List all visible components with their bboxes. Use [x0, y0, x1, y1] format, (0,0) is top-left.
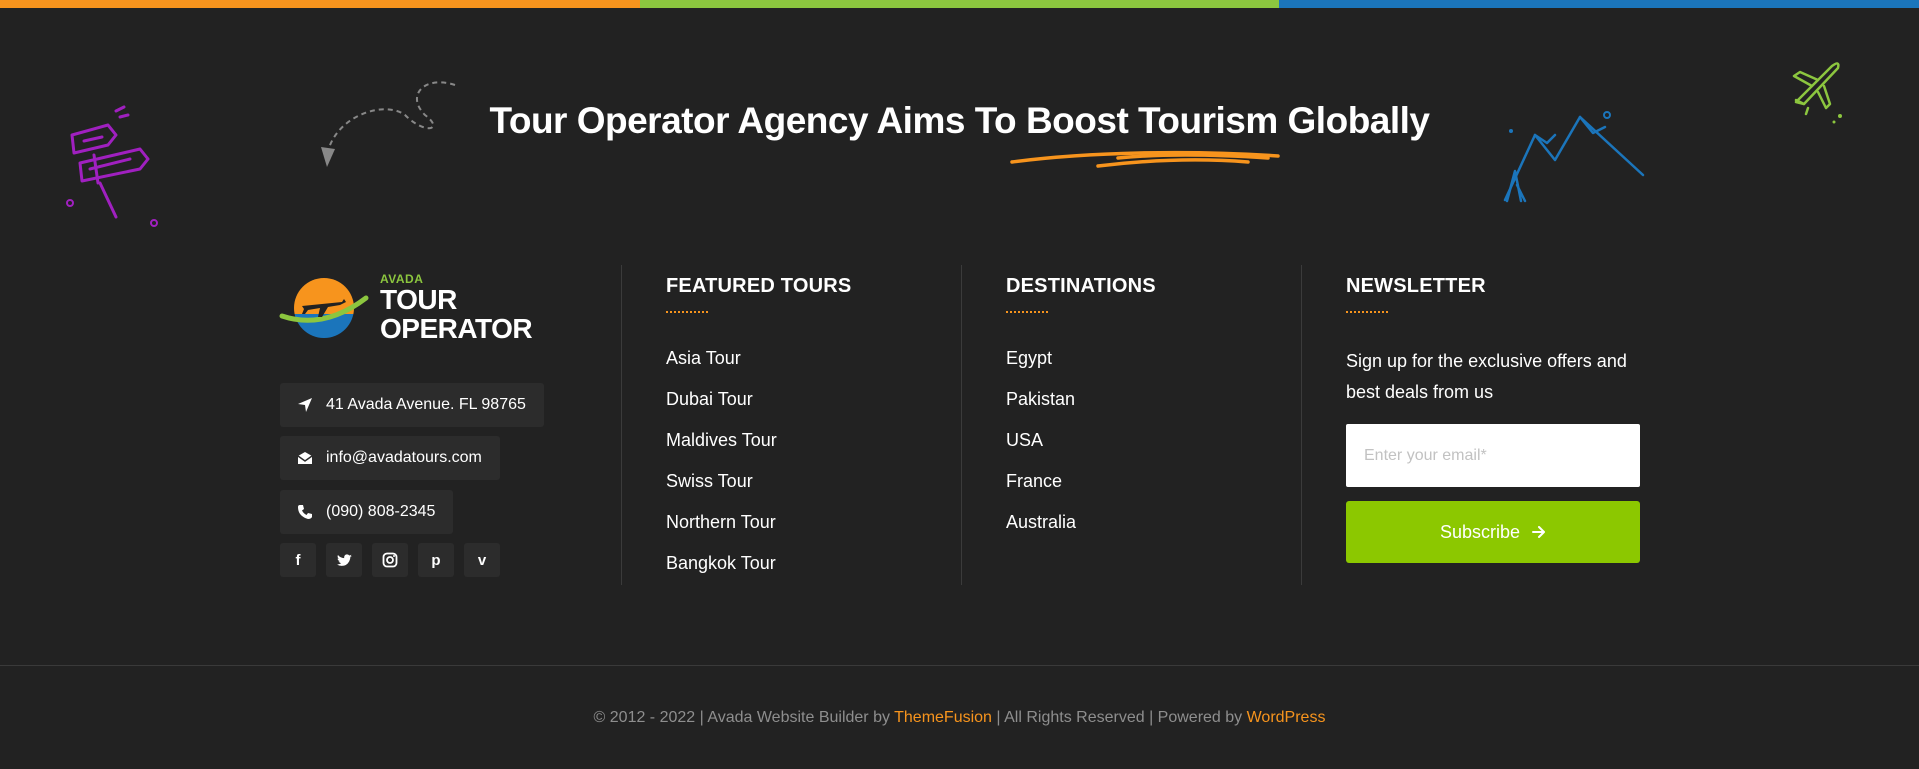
twitter-icon[interactable]	[326, 543, 362, 577]
list-item[interactable]: Maldives Tour	[666, 428, 777, 469]
hero-headline: Tour Operator Agency Aims To Boost Touri…	[489, 100, 1430, 141]
featured-tours-list: Asia Tour Dubai Tour Maldives Tour Swiss…	[666, 346, 777, 592]
title-dots	[1346, 311, 1388, 313]
subscribe-label: Subscribe	[1439, 521, 1521, 542]
email-chip[interactable]: info@avadatours.com	[280, 436, 500, 480]
instagram-icon[interactable]	[372, 543, 408, 577]
stripe-blue	[1279, 0, 1919, 8]
newsletter-description: Sign up for the exclusive offers and bes…	[1346, 351, 1627, 402]
newsletter-title: NEWSLETTER	[1346, 275, 1486, 297]
list-item[interactable]: USA	[1006, 428, 1076, 469]
themefusion-link[interactable]: ThemeFusion	[894, 709, 992, 726]
title-dots	[1006, 311, 1048, 313]
copyright-prefix: © 2012 - 2022 | Avada Website Builder by	[593, 709, 895, 726]
social-links: f p v	[280, 543, 500, 577]
list-item[interactable]: Australia	[1006, 510, 1076, 551]
subscribe-button[interactable]: Subscribe	[1346, 501, 1640, 563]
list-item[interactable]: Asia Tour	[666, 346, 777, 387]
stripe-orange	[0, 0, 640, 8]
brand-name: AVADA TOUR OPERATOR	[380, 273, 533, 344]
list-item[interactable]: Bangkok Tour	[666, 551, 777, 592]
globe-plane-icon	[279, 278, 369, 338]
hero: Tour Operator Agency Aims To Boost Touri…	[0, 100, 1919, 142]
footer-divider	[0, 665, 1919, 666]
address-text: 41 Avada Avenue. FL 98765	[326, 396, 526, 413]
phone-text: (090) 808-2345	[326, 503, 436, 520]
destinations-list: Egypt Pakistan USA France Australia	[1006, 346, 1076, 551]
list-item[interactable]: Swiss Tour	[666, 469, 777, 510]
email-text: info@avadatours.com	[326, 449, 482, 466]
phone-icon	[296, 503, 314, 521]
email-input[interactable]	[1346, 424, 1640, 487]
brand-logo[interactable]: AVADA TOUR OPERATOR	[278, 272, 533, 344]
title-dots	[666, 311, 708, 313]
location-arrow-icon	[296, 396, 314, 414]
list-item[interactable]: Dubai Tour	[666, 387, 777, 428]
list-item[interactable]: France	[1006, 469, 1076, 510]
phone-chip[interactable]: (090) 808-2345	[280, 490, 454, 534]
stripe-green	[639, 0, 1280, 8]
copyright-bar: © 2012 - 2022 | Avada Website Builder by…	[0, 709, 1919, 727]
list-item[interactable]: Egypt	[1006, 346, 1076, 387]
list-item[interactable]: Northern Tour	[666, 510, 777, 551]
wordpress-link[interactable]: WordPress	[1247, 709, 1326, 726]
brand-line2: OPERATOR	[380, 313, 533, 344]
envelope-icon	[296, 449, 314, 467]
featured-tours-title: FEATURED TOURS	[666, 275, 852, 297]
list-item[interactable]: Pakistan	[1006, 387, 1076, 428]
copyright-middle: | All Rights Reserved | Powered by	[991, 709, 1247, 726]
pinterest-icon[interactable]: p	[418, 543, 454, 577]
destinations-title: DESTINATIONS	[1006, 275, 1156, 297]
brush-underline-icon	[1010, 150, 1280, 168]
address-chip[interactable]: 41 Avada Avenue. FL 98765	[280, 383, 544, 427]
vimeo-icon[interactable]: v	[464, 543, 500, 577]
arrow-right-icon	[1532, 522, 1546, 543]
column-divider	[961, 265, 962, 585]
top-color-stripe	[0, 0, 1919, 8]
facebook-icon[interactable]: f	[280, 543, 316, 577]
column-divider	[621, 265, 622, 585]
brand-line1: TOUR	[380, 284, 457, 315]
column-divider	[1301, 265, 1302, 585]
